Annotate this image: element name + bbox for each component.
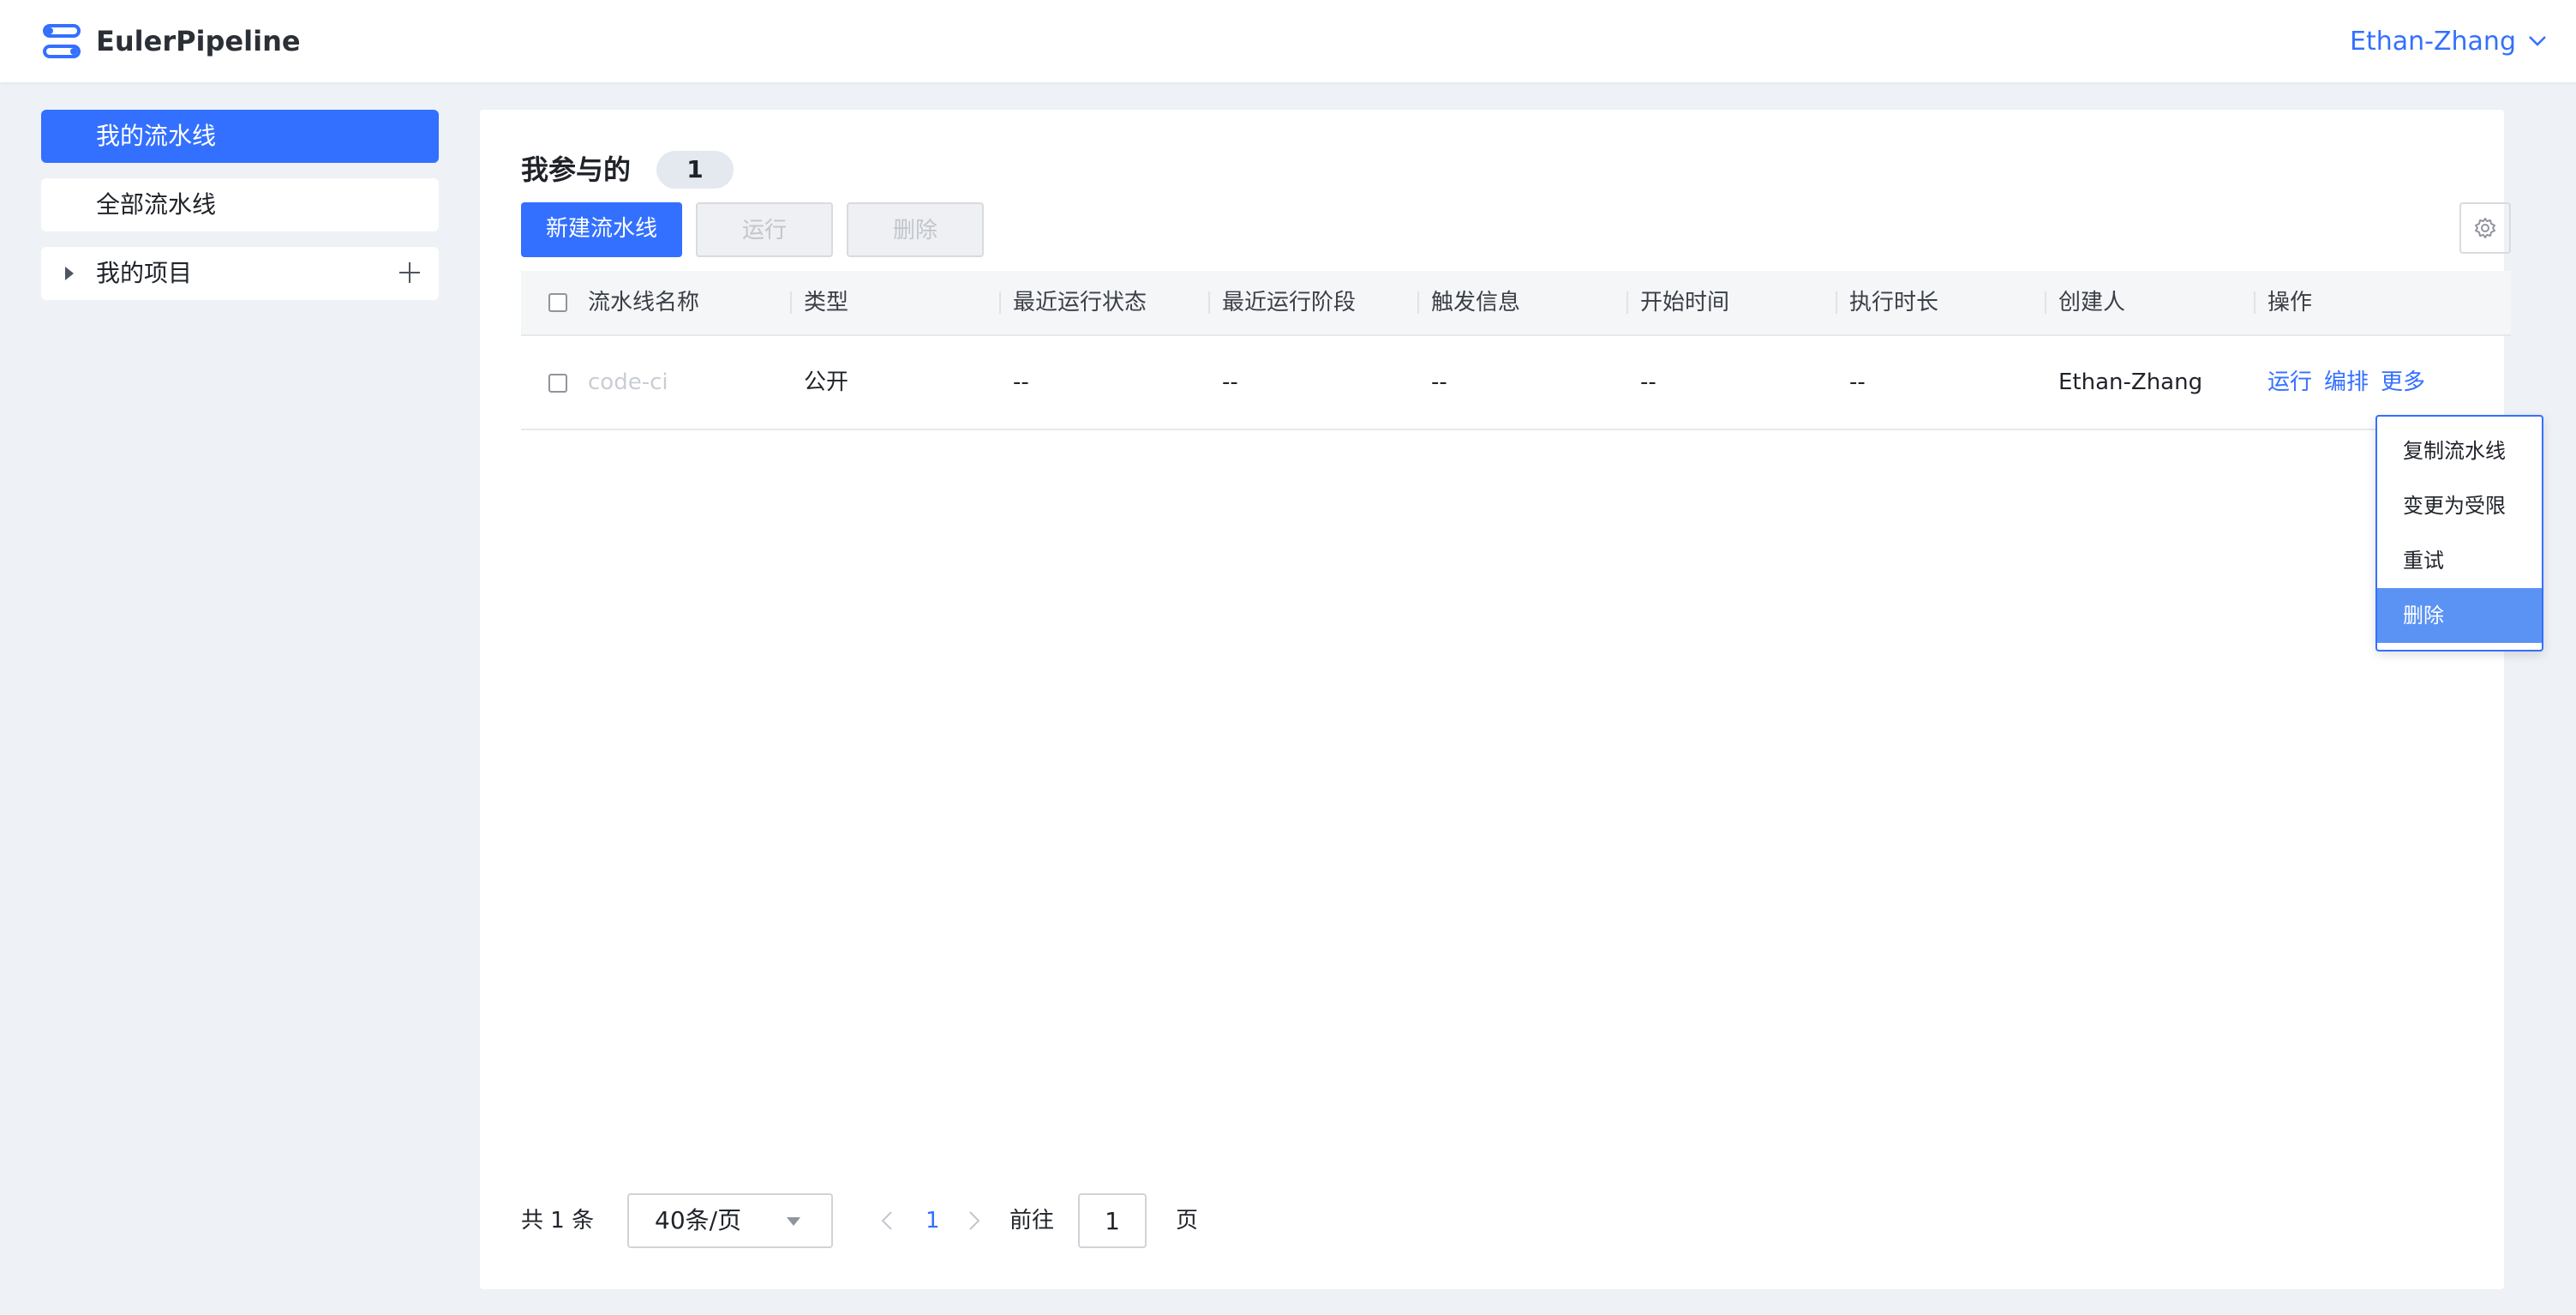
- column-label: 流水线名称: [588, 290, 700, 315]
- select-all-checkbox[interactable]: [548, 293, 567, 312]
- page-suffix: 页: [1176, 1208, 1199, 1234]
- page-size-value: 40条/页: [655, 1206, 742, 1234]
- sidebar-item-label: 全部流水线: [96, 190, 217, 219]
- sidebar-item-my-pipelines[interactable]: 我的流水线: [41, 110, 439, 163]
- row-run-link[interactable]: 运行: [2267, 336, 2312, 429]
- top-header: EulerPipeline Ethan-Zhang: [0, 0, 2576, 82]
- caret-right-icon[interactable]: [63, 266, 75, 281]
- chevron-left-icon[interactable]: [881, 1210, 893, 1231]
- column-label: 触发信息: [1431, 290, 1521, 315]
- app-name: EulerPipeline: [96, 25, 301, 57]
- caret-down-icon: [787, 1217, 800, 1226]
- column-label: 类型: [804, 290, 849, 315]
- trigger-info: --: [1431, 369, 1447, 395]
- column-header-last-stage: 最近运行阶段: [1208, 271, 1357, 334]
- column-header-last-status: 最近运行状态: [999, 271, 1147, 334]
- goto-label: 前往: [1009, 1208, 1055, 1234]
- column-label: 创建人: [2058, 290, 2126, 315]
- chevron-down-icon: [2529, 36, 2546, 46]
- column-header-actions: 操作: [2254, 271, 2313, 334]
- settings-button[interactable]: [2459, 202, 2511, 254]
- duration: --: [1849, 369, 1866, 395]
- user-menu[interactable]: Ethan-Zhang: [2350, 22, 2547, 60]
- gear-icon: [2475, 218, 2495, 238]
- column-label: 执行时长: [1849, 290, 1939, 315]
- main-panel: 我参与的 1 新建流水线 运行 删除 流水线名称 类型 最近运行状态 最近运行阶…: [480, 110, 2511, 1289]
- last-run-stage: --: [1222, 369, 1238, 395]
- user-name: Ethan-Zhang: [2350, 26, 2516, 57]
- sidebar-item-label: 我的流水线: [96, 122, 217, 150]
- column-header-creator: 创建人: [2045, 271, 2126, 334]
- pipeline-type: 公开: [804, 369, 849, 395]
- table-row: code-ci 公开 -- -- -- -- -- Ethan-Zhang 运行…: [521, 336, 2511, 430]
- menu-item-change-restricted[interactable]: 变更为受限: [2377, 478, 2542, 533]
- column-header-duration: 执行时长: [1836, 271, 1939, 334]
- plus-icon[interactable]: [398, 261, 422, 285]
- table-header: 流水线名称 类型 最近运行状态 最近运行阶段 触发信息 开始时间 执行时长 创建…: [521, 271, 2511, 336]
- sidebar-item-all-pipelines[interactable]: 全部流水线: [41, 178, 439, 231]
- row-checkbox[interactable]: [548, 374, 567, 393]
- last-run-status: --: [1013, 369, 1029, 395]
- goto-page-input[interactable]: [1078, 1193, 1147, 1248]
- page-number-current[interactable]: 1: [926, 1193, 940, 1248]
- column-label: 最近运行状态: [1013, 290, 1147, 315]
- pipeline-logo-icon: [43, 24, 81, 58]
- column-header-name: 流水线名称: [588, 271, 699, 334]
- column-header-trigger: 触发信息: [1417, 271, 1521, 334]
- count-badge: 1: [656, 151, 734, 189]
- delete-button[interactable]: 删除: [847, 202, 984, 257]
- sidebar-item-my-projects[interactable]: 我的项目: [41, 247, 439, 300]
- menu-item-delete[interactable]: 删除: [2377, 588, 2542, 643]
- new-pipeline-button[interactable]: 新建流水线: [521, 202, 682, 257]
- column-label: 最近运行阶段: [1222, 290, 1357, 315]
- row-orchestrate-link[interactable]: 编排: [2324, 336, 2369, 429]
- column-header-start-time: 开始时间: [1626, 271, 1730, 334]
- page-title: 我参与的: [521, 153, 632, 186]
- column-label: 操作: [2267, 290, 2313, 315]
- more-dropdown-menu: 复制流水线 变更为受限 重试 删除: [2375, 415, 2543, 651]
- column-header-type: 类型: [790, 271, 849, 334]
- start-time: --: [1640, 369, 1656, 395]
- chevron-right-icon[interactable]: [968, 1210, 980, 1231]
- menu-item-copy-pipeline[interactable]: 复制流水线: [2377, 423, 2542, 478]
- column-label: 开始时间: [1640, 290, 1730, 315]
- menu-item-retry[interactable]: 重试: [2377, 533, 2542, 588]
- creator: Ethan-Zhang: [2058, 369, 2203, 395]
- run-button[interactable]: 运行: [696, 202, 833, 257]
- sidebar-item-label: 我的项目: [96, 259, 193, 287]
- total-count: 共 1 条: [521, 1208, 595, 1234]
- pipeline-name-link[interactable]: code-ci: [588, 336, 668, 429]
- page-size-select[interactable]: 40条/页: [627, 1193, 833, 1248]
- pagination: 共 1 条 40条/页 1 前往 页: [480, 1193, 2504, 1248]
